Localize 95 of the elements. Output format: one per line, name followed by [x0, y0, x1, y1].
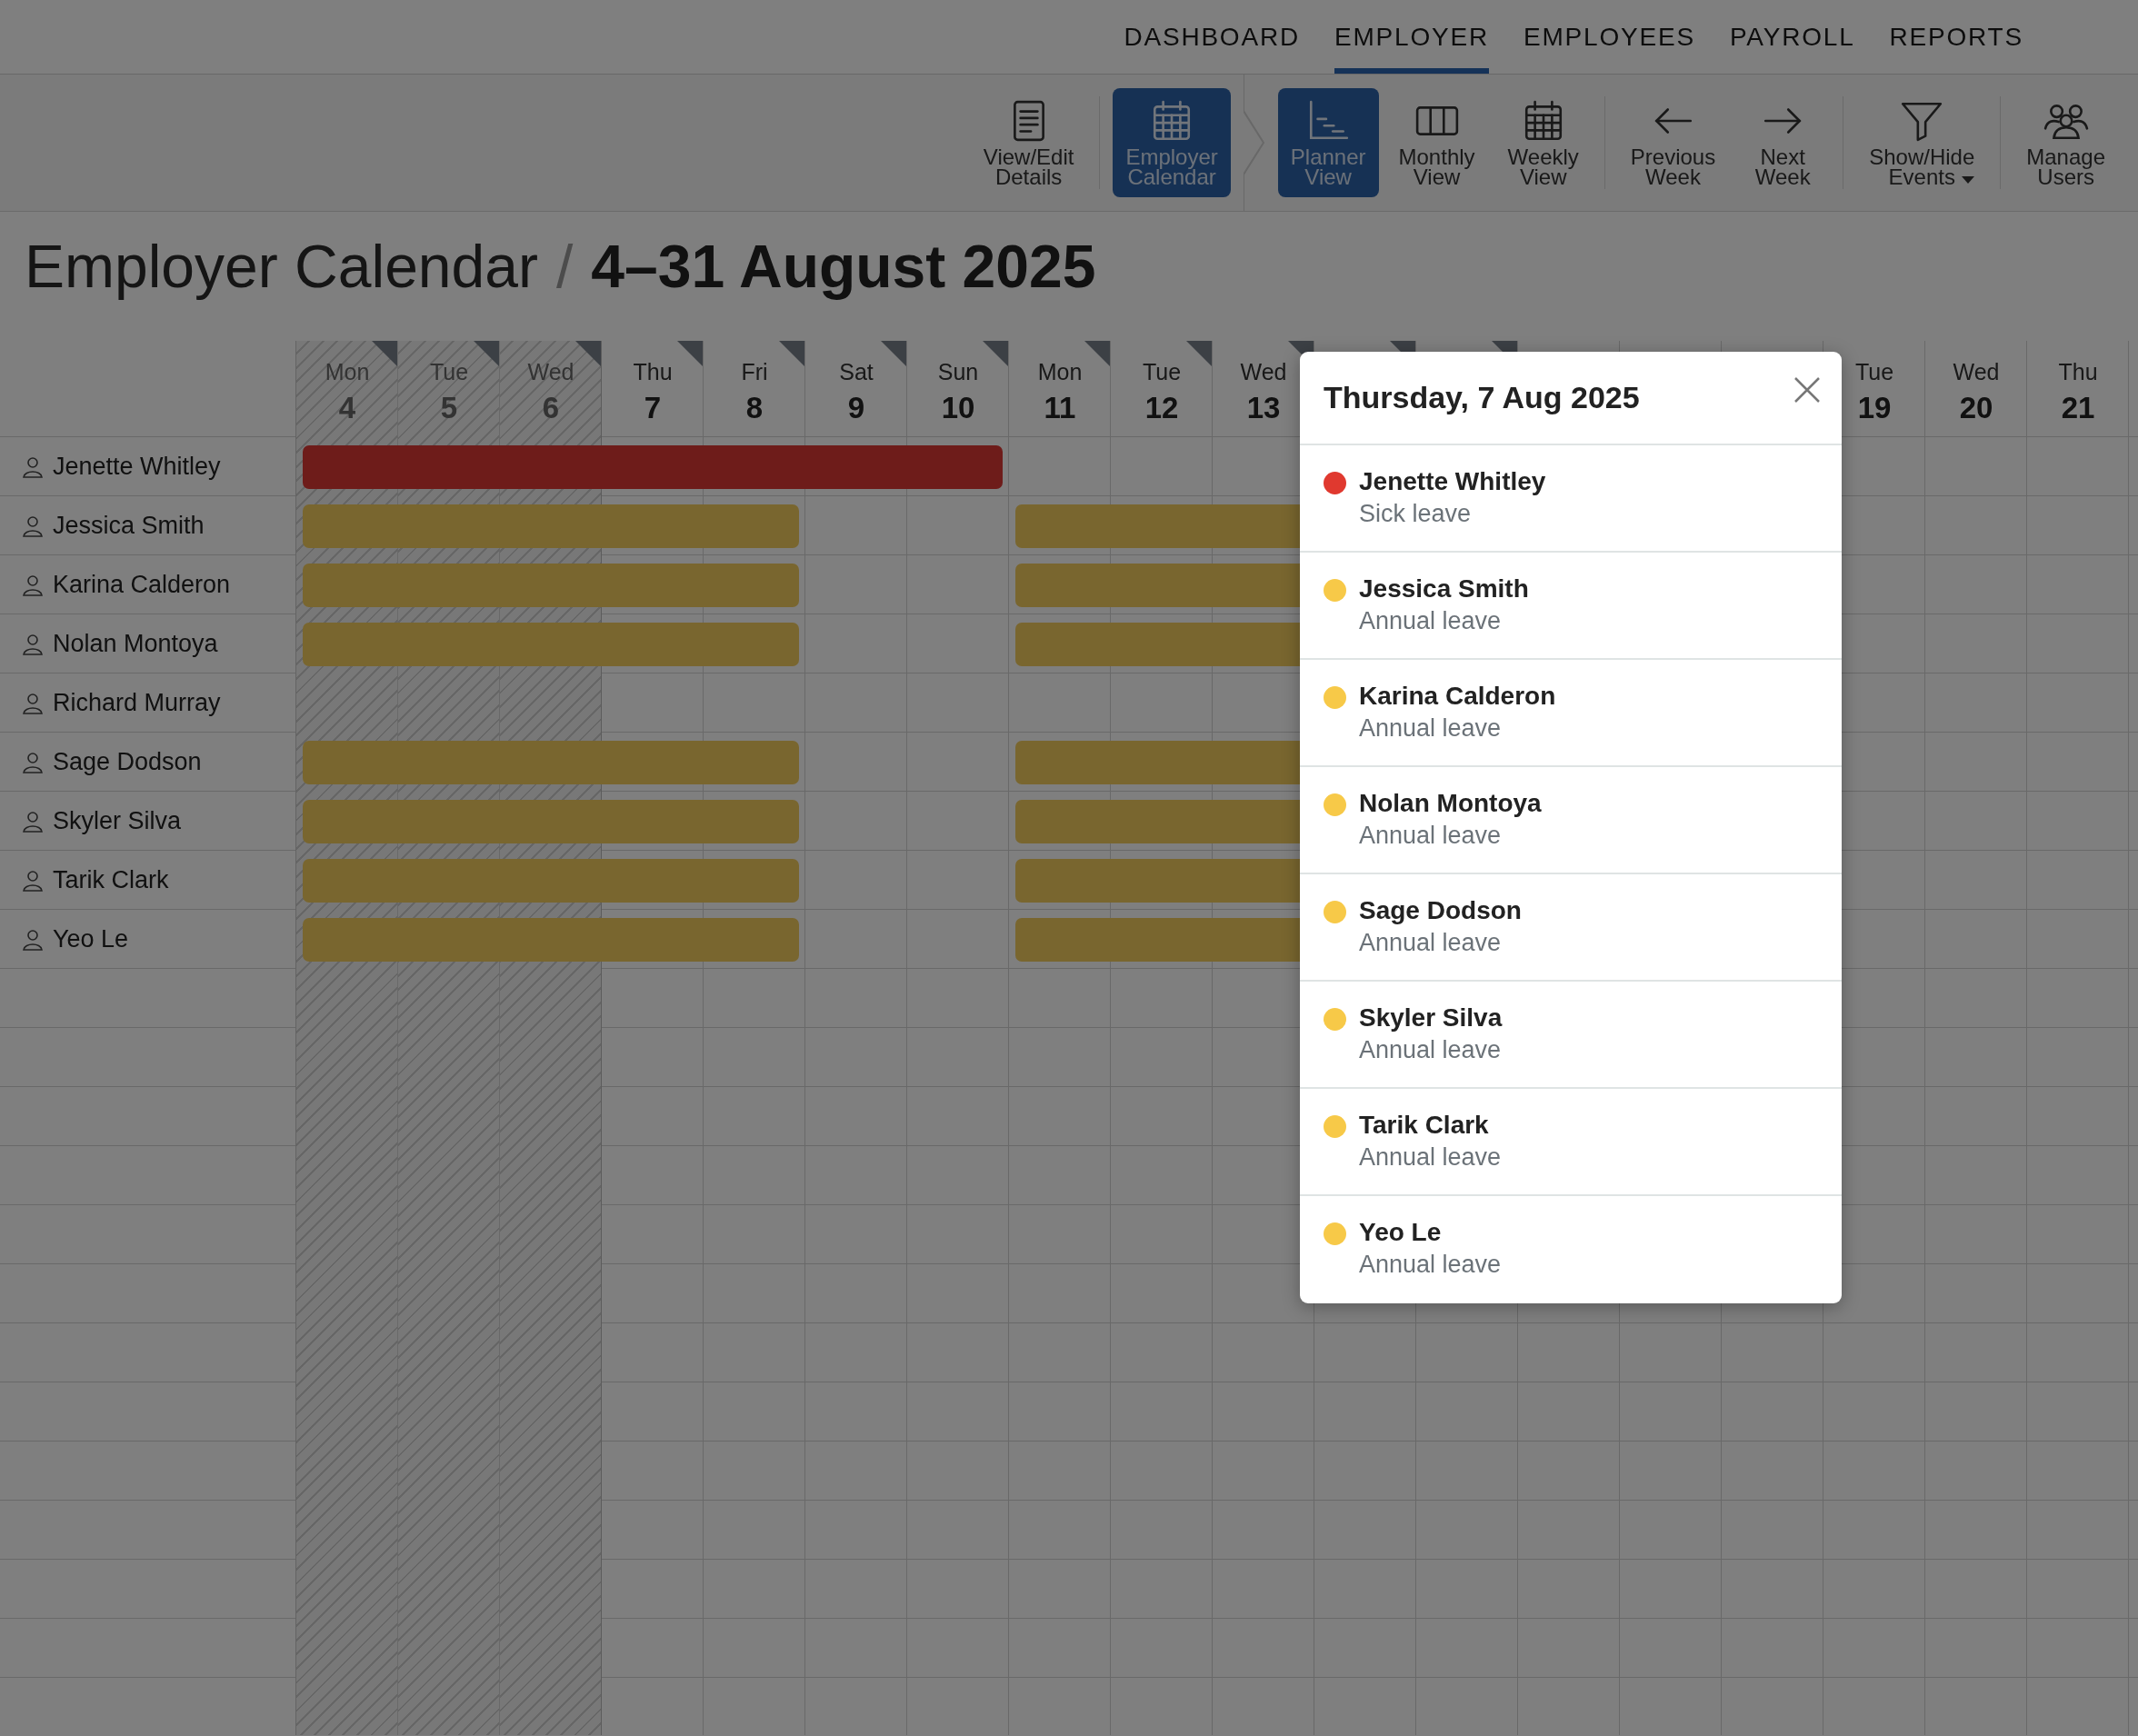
- date-label: 21: [2061, 390, 2095, 425]
- toolbar-button[interactable]: Show/Hide Events: [1856, 88, 1988, 197]
- person-icon: [22, 928, 44, 951]
- event-item[interactable]: Nolan Montoya Annual leave: [1300, 767, 1842, 874]
- employee-name: Tarik Clark: [53, 866, 169, 894]
- person-icon: [22, 574, 44, 596]
- close-button[interactable]: [1793, 374, 1822, 404]
- event-item[interactable]: Jessica Smith Annual leave: [1300, 553, 1842, 660]
- employee-name: Jenette Whitley: [1359, 467, 1546, 496]
- employee-name: Nolan Montoya: [53, 630, 218, 658]
- employee-name: Jessica Smith: [53, 512, 205, 540]
- date-label: 13: [1246, 390, 1281, 425]
- date-label: 11: [1044, 390, 1076, 425]
- person-icon: [22, 514, 44, 537]
- date-label: 20: [1959, 390, 1993, 425]
- leave-bar[interactable]: [303, 740, 799, 784]
- event-item[interactable]: Tarik Clark Annual leave: [1300, 1089, 1842, 1196]
- date-label: 10: [941, 390, 975, 425]
- toolbar-button[interactable]: Previous Week: [1617, 88, 1729, 197]
- leave-bar[interactable]: [303, 504, 799, 548]
- weekday-label: Wed: [527, 358, 574, 385]
- person-icon: [22, 692, 44, 714]
- leave-type: Annual leave: [1359, 822, 1503, 850]
- person-icon: [22, 751, 44, 773]
- employee-name: Skyler Silva: [53, 807, 182, 835]
- event-item[interactable]: Sage Dodson Annual leave: [1300, 874, 1842, 982]
- toolbar-button[interactable]: Weekly View: [1494, 88, 1592, 197]
- weekday-label: Wed: [1240, 358, 1287, 385]
- toolbar-button[interactable]: Planner View: [1277, 88, 1379, 197]
- weekday-label: Tue: [1854, 358, 1894, 385]
- date-label: 4: [338, 390, 356, 425]
- title-separator: /: [555, 232, 574, 301]
- leave-bar[interactable]: [303, 858, 799, 903]
- date-label: 12: [1144, 390, 1179, 425]
- event-item[interactable]: Karina Calderon Annual leave: [1300, 660, 1842, 767]
- employee-name: Tarik Clark: [1359, 1111, 1490, 1140]
- popup-title: Thursday, 7 Aug 2025: [1324, 380, 1640, 415]
- leave-bar[interactable]: [303, 622, 799, 666]
- event-item[interactable]: Yeo Le Annual leave: [1300, 1196, 1842, 1303]
- nav-tab[interactable]: PAYROLL: [1729, 0, 1855, 74]
- leave-type: Annual leave: [1359, 929, 1503, 957]
- employee-name: Yeo Le: [53, 925, 129, 953]
- date-label: 19: [1857, 390, 1892, 425]
- weekday-label: Tue: [429, 358, 469, 385]
- leave-type: Annual leave: [1359, 1036, 1503, 1064]
- weekday-label: Wed: [1953, 358, 2000, 385]
- event-item[interactable]: Skyler Silva Annual leave: [1300, 982, 1842, 1089]
- person-icon: [22, 810, 44, 833]
- leave-type: Annual leave: [1359, 1251, 1502, 1279]
- date-label: 7: [644, 390, 662, 425]
- person-icon: [22, 869, 44, 892]
- toolbar-button[interactable]: View/Edit Details: [970, 88, 1087, 197]
- toolbar-button[interactable]: Manage Users: [2013, 88, 2118, 197]
- weekday-label: Fri: [741, 358, 768, 385]
- weekday-label: Sat: [839, 358, 874, 385]
- employee-name: Karina Calderon: [1359, 682, 1556, 711]
- weekday-label: Mon: [1037, 358, 1083, 385]
- event-item[interactable]: Jenette Whitley Sick leave: [1300, 445, 1842, 553]
- employee-name: Nolan Montoya: [1359, 789, 1542, 818]
- date-label: 5: [440, 390, 458, 425]
- employee-name: Jessica Smith: [1359, 574, 1529, 604]
- date-range: 4–31 August 2025: [591, 232, 1096, 301]
- leave-type: Annual leave: [1359, 607, 1503, 635]
- employee-name: Yeo Le: [1359, 1218, 1443, 1247]
- date-label: 8: [745, 390, 764, 425]
- employee-name: Jenette Whitley: [53, 453, 221, 481]
- person-icon: [22, 633, 44, 655]
- toolbar-button[interactable]: Next Week: [1735, 88, 1831, 197]
- weekday-label: Sun: [937, 358, 979, 385]
- employee-name: Richard Murray: [53, 689, 221, 717]
- nav-tab[interactable]: DASHBOARD: [1124, 0, 1300, 74]
- nav-tab[interactable]: REPORTS: [1889, 0, 2023, 74]
- employee-name: Karina Calderon: [53, 571, 231, 599]
- toolbar-button[interactable]: Monthly View: [1385, 88, 1488, 197]
- page-title: Employer Calendar: [25, 232, 538, 301]
- weekday-label: Tue: [1142, 358, 1182, 385]
- date-label: 9: [847, 390, 865, 425]
- person-icon: [22, 455, 44, 478]
- leave-type: Annual leave: [1359, 714, 1503, 743]
- employee-name: Sage Dodson: [53, 748, 202, 776]
- leave-bar[interactable]: [303, 444, 1003, 489]
- employee-name: Skyler Silva: [1359, 1003, 1503, 1033]
- leave-bar[interactable]: [303, 917, 799, 962]
- toolbar-button[interactable]: Employer Calendar: [1113, 88, 1231, 197]
- weekday-label: Thu: [2058, 358, 2098, 385]
- employee-name: Sage Dodson: [1359, 896, 1522, 925]
- nav-tab[interactable]: EMPLOYEES: [1524, 0, 1695, 74]
- leave-bar[interactable]: [303, 799, 799, 843]
- weekday-label: Thu: [633, 358, 673, 385]
- leave-bar[interactable]: [303, 563, 799, 607]
- date-label: 6: [542, 390, 560, 425]
- leave-type: Annual leave: [1359, 1143, 1502, 1172]
- leave-type: Sick leave: [1359, 500, 1473, 528]
- close-icon: [1793, 374, 1822, 404]
- weekday-label: Mon: [325, 358, 370, 385]
